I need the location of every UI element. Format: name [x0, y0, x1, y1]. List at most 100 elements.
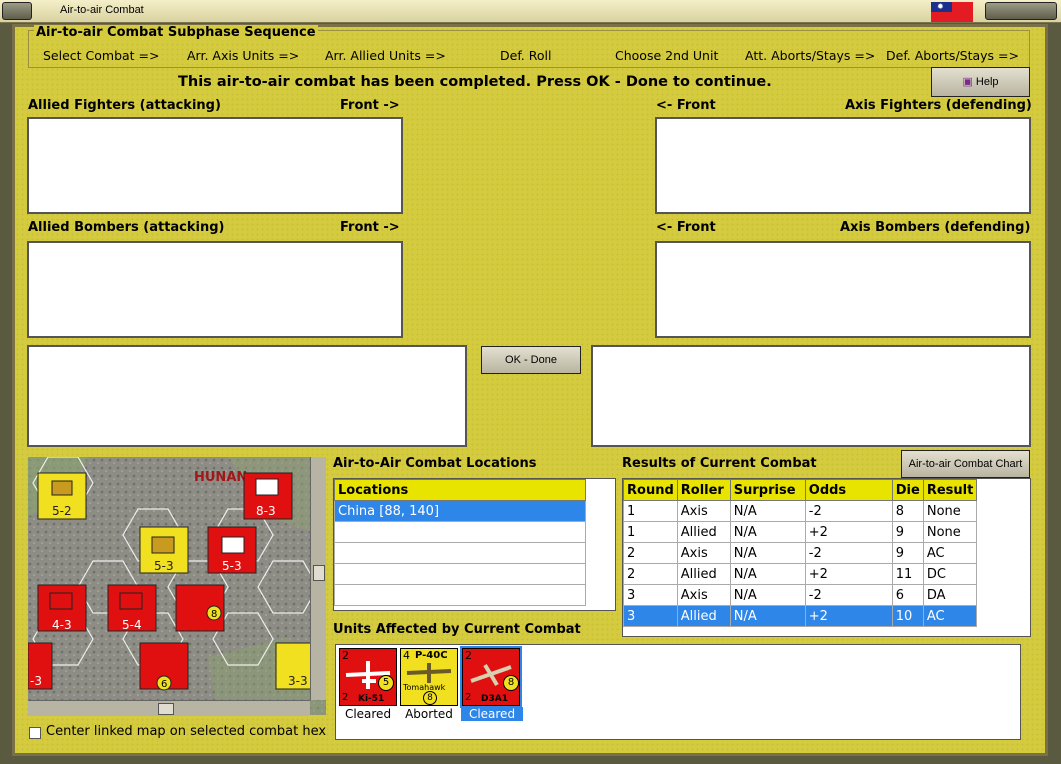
- scroll-thumb[interactable]: [158, 703, 174, 715]
- axis-bombers-front: <- Front: [656, 220, 716, 235]
- system-menu-button[interactable]: [2, 2, 32, 20]
- status-banner: This air-to-air combat has been complete…: [178, 74, 772, 90]
- allied-bombers-label: Allied Bombers (attacking): [28, 220, 225, 235]
- results-cell: -2: [804, 500, 893, 522]
- unit-status-ki51: Cleared: [344, 707, 392, 721]
- results-cell: DC: [922, 563, 978, 585]
- axis-message-box: [591, 345, 1031, 447]
- list-item[interactable]: China [88, 140]: [334, 500, 586, 522]
- results-cell: 3: [623, 605, 678, 627]
- map-counter[interactable]: -3: [28, 642, 53, 690]
- book-icon: ▣: [962, 76, 973, 88]
- results-cell: +2: [804, 521, 893, 543]
- unit-counter-d3a1[interactable]: 2 8 2 D3A1: [460, 646, 522, 708]
- results-header-cell: Round: [623, 479, 678, 501]
- allied-bombers-box[interactable]: [27, 241, 403, 338]
- results-cell: None: [922, 521, 978, 543]
- help-button[interactable]: ▣ Help: [931, 67, 1030, 97]
- location-cell: China [88, 140]: [334, 500, 586, 522]
- results-header-cell: Die: [891, 479, 924, 501]
- results-cell: 11: [891, 563, 924, 585]
- results-cell: AC: [922, 605, 978, 627]
- axis-bombers-box[interactable]: [655, 241, 1031, 338]
- help-label: Help: [975, 76, 999, 88]
- results-cell: Allied: [676, 605, 731, 627]
- seq-step-att-aborts: Att. Aborts/Stays =>: [745, 48, 876, 63]
- results-cell: 2: [623, 542, 678, 564]
- allied-fighters-box[interactable]: [27, 117, 403, 214]
- map-counter[interactable]: 5-2: [37, 472, 87, 520]
- unit-counter-p40c[interactable]: 4 P-40C Tomahawk 8: [400, 648, 458, 706]
- map-counter[interactable]: 6: [139, 642, 189, 691]
- results-title: Results of Current Combat: [622, 456, 817, 471]
- allied-message-box: [27, 345, 467, 447]
- seq-step-select-combat: Select Combat =>: [43, 48, 160, 63]
- counter-value: 5-2: [52, 504, 72, 518]
- map-counter[interactable]: 8: [175, 584, 225, 632]
- table-row[interactable]: 2 Allied N/A +2 11 DC: [623, 563, 978, 585]
- window: Air-to-air Combat ✹ Air-to-air Combat Su…: [0, 0, 1061, 764]
- window-controls-button[interactable]: [985, 2, 1057, 20]
- linked-map[interactable]: HUNAN 5-2 8-3 5-3 5-3 4-3 5-4 8 6 3-3 -3: [28, 457, 326, 715]
- center-map-checkbox[interactable]: [29, 727, 41, 739]
- list-item[interactable]: [334, 563, 586, 585]
- map-horizontal-scrollbar[interactable]: [28, 700, 310, 716]
- sequence-title: Air-to-air Combat Subphase Sequence: [34, 25, 318, 40]
- map-counter[interactable]: 8-3: [243, 472, 293, 520]
- map-counter[interactable]: 5-4: [107, 584, 157, 632]
- results-cell: -2: [804, 542, 893, 564]
- seq-step-def-aborts: Def. Aborts/Stays =>: [886, 48, 1019, 63]
- results-cell: Axis: [676, 584, 731, 606]
- plane-icon: [406, 663, 452, 683]
- counter-bottom-value: 2: [465, 692, 472, 703]
- map-canvas[interactable]: HUNAN 5-2 8-3 5-3 5-3 4-3 5-4 8 6 3-3 -3: [28, 457, 326, 715]
- axis-fighters-front: <- Front: [656, 98, 716, 113]
- results-cell: 8: [891, 500, 924, 522]
- seq-step-def-roll: Def. Roll: [500, 48, 552, 63]
- map-region-label: HUNAN: [194, 470, 247, 485]
- results-cell: 2: [623, 563, 678, 585]
- table-row[interactable]: 3 Allied N/A +2 10 AC: [623, 605, 978, 627]
- results-cell: N/A: [729, 563, 806, 585]
- table-row[interactable]: 1 Allied N/A +2 9 None: [623, 521, 978, 543]
- scroll-thumb[interactable]: [313, 565, 325, 581]
- counter-bottom-value: 2: [342, 692, 349, 703]
- results-cell: 3: [623, 584, 678, 606]
- locations-table: Locations China [88, 140]: [334, 479, 586, 606]
- air-combat-chart-button[interactable]: Air-to-air Combat Chart: [901, 450, 1030, 478]
- unit-status-p40c: Aborted: [405, 707, 453, 721]
- counter-value: 6: [161, 679, 167, 690]
- seq-step-choose-2nd: Choose 2nd Unit: [615, 48, 719, 63]
- results-cell: -2: [804, 584, 893, 606]
- counter-value: 8-3: [256, 504, 276, 518]
- map-counter[interactable]: 5-3: [139, 526, 189, 574]
- results-cell: N/A: [729, 521, 806, 543]
- list-item[interactable]: [334, 542, 586, 564]
- counter-subtitle: Tomahawk: [403, 683, 446, 692]
- map-counter[interactable]: 4-3: [37, 584, 87, 632]
- ok-done-button[interactable]: OK - Done: [481, 346, 581, 374]
- locations-list[interactable]: Locations China [88, 140]: [333, 478, 616, 611]
- results-cell: 1: [623, 521, 678, 543]
- results-cell: N/A: [729, 542, 806, 564]
- results-cell: 9: [891, 521, 924, 543]
- counter-value: 5-3: [222, 559, 242, 573]
- unit-status-d3a1: Cleared: [461, 707, 523, 721]
- results-header-cell: Surprise: [729, 479, 806, 501]
- counter-value: -3: [30, 674, 42, 688]
- map-vertical-scrollbar[interactable]: [310, 457, 326, 700]
- results-cell: +2: [804, 563, 893, 585]
- table-row[interactable]: 3 Axis N/A -2 6 DA: [623, 584, 978, 606]
- map-counter[interactable]: 5-3: [207, 526, 257, 574]
- seq-step-arr-allied: Arr. Allied Units =>: [325, 48, 446, 63]
- counter-value: 4-3: [52, 618, 72, 632]
- unit-counter-ki51[interactable]: 2 5 2 Ki-51: [339, 648, 397, 706]
- table-row[interactable]: 1 Axis N/A -2 8 None: [623, 500, 978, 522]
- axis-fighters-box[interactable]: [655, 117, 1031, 214]
- counter-circle-value: 5: [378, 675, 394, 691]
- counter-name: Ki-51: [358, 694, 385, 704]
- results-header-cell: Result: [922, 479, 978, 501]
- list-item[interactable]: [334, 521, 586, 543]
- table-row[interactable]: 2 Axis N/A -2 9 AC: [623, 542, 978, 564]
- list-item[interactable]: [334, 584, 586, 606]
